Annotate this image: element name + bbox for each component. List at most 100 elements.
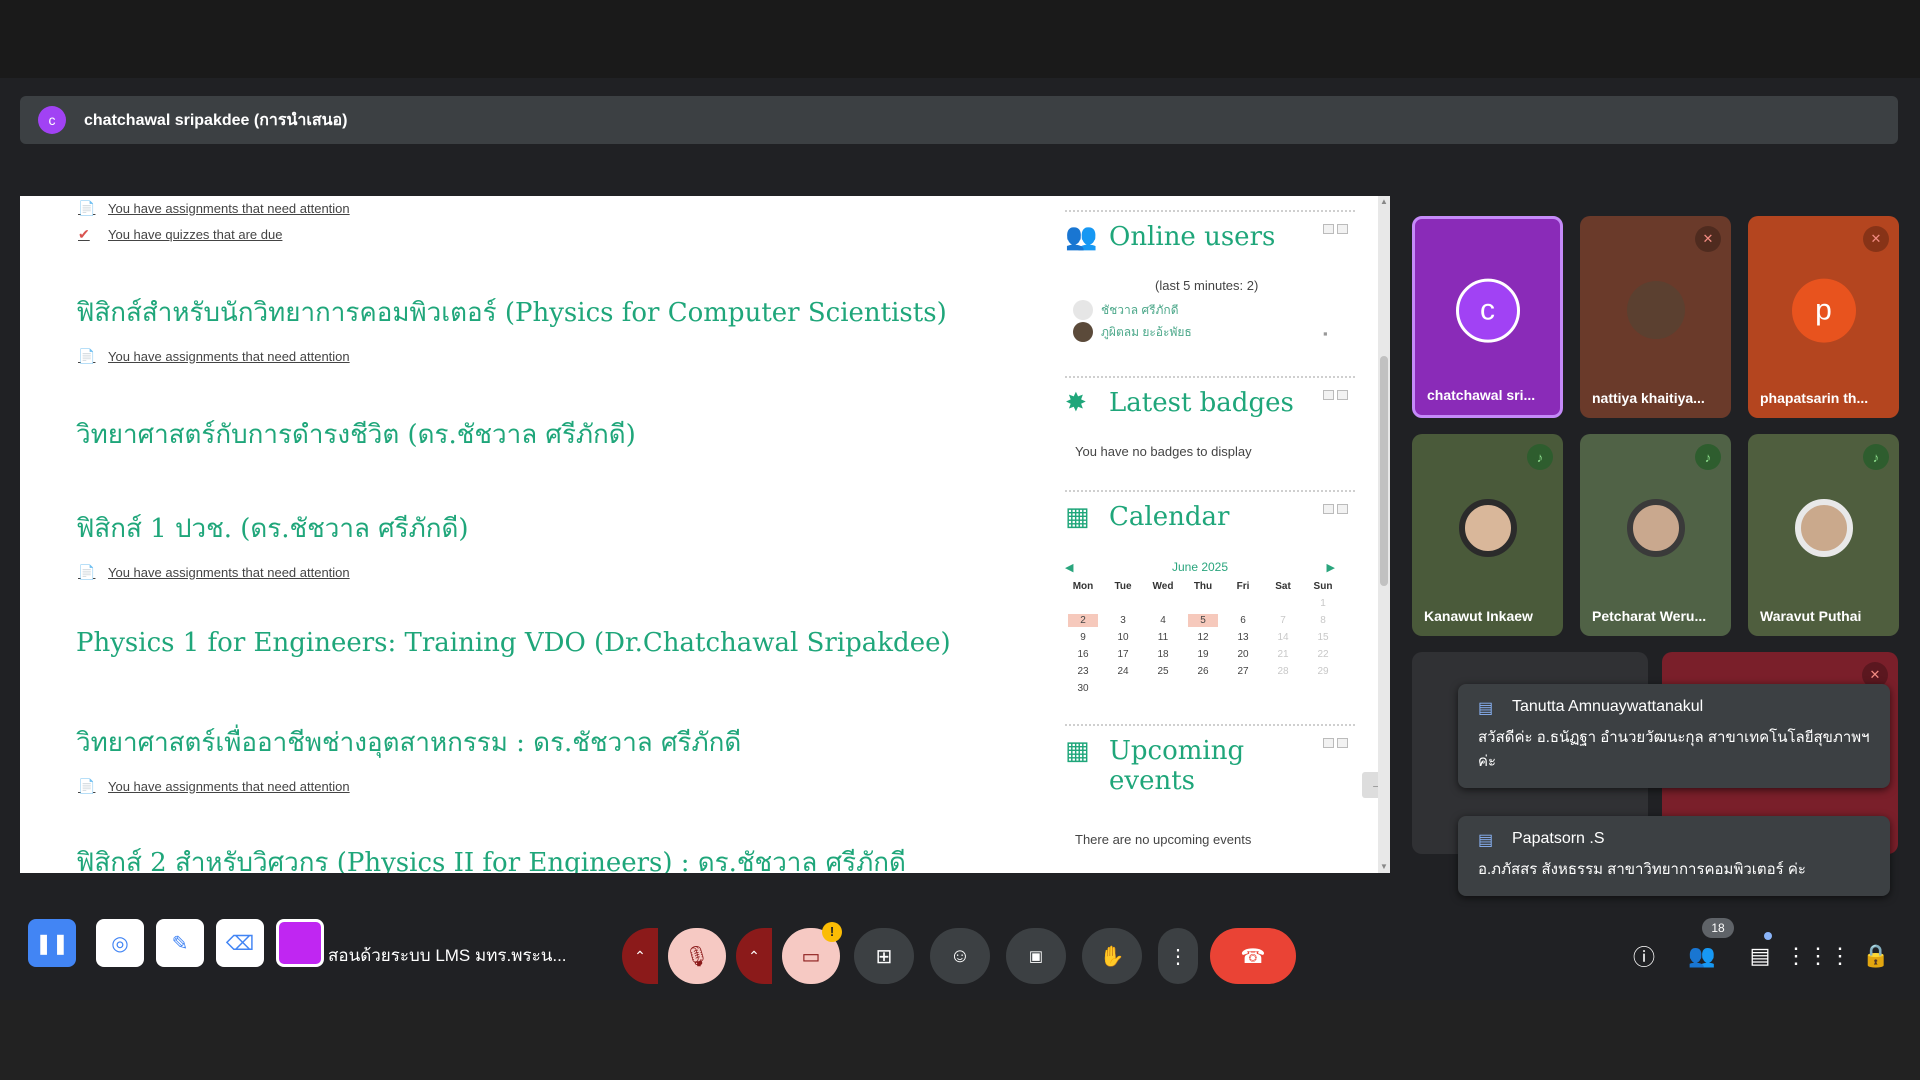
speaking-icon: ♪: [1527, 444, 1553, 470]
prev-month-icon[interactable]: ◀: [1065, 561, 1073, 574]
calendar-day[interactable]: 30: [1063, 680, 1103, 697]
people-button[interactable]: 👥: [1686, 940, 1718, 972]
quiz-notice[interactable]: ✔ You have quizzes that are due: [78, 226, 282, 242]
scroll-up-icon[interactable]: ▲: [1380, 198, 1388, 206]
participant-tile[interactable]: ✕ p phapatsarin th...: [1748, 216, 1899, 418]
calendar-day[interactable]: 13: [1223, 629, 1263, 646]
chevron-up-icon: ⌃: [634, 947, 646, 964]
calendar-day[interactable]: 14: [1263, 629, 1303, 646]
block-controls[interactable]: [1323, 390, 1351, 400]
participant-tile[interactable]: c chatchawal sri...: [1412, 216, 1563, 418]
host-controls-button[interactable]: 🔒: [1860, 940, 1892, 972]
captions-icon: ▣: [1028, 948, 1044, 965]
meeting-info-button[interactable]: ⓘ: [1628, 940, 1660, 972]
calendar-day[interactable]: 27: [1223, 663, 1263, 680]
calendar-day[interactable]: 16: [1063, 646, 1103, 663]
calendar-day[interactable]: 24: [1103, 663, 1143, 680]
calendar-day[interactable]: 21: [1263, 646, 1303, 663]
assignment-notice[interactable]: 📄 You have assignments that need attentio…: [78, 348, 350, 364]
chat-message: สวัสดีค่ะ อ.ธนัฏฐา อำนวยวัฒนะกุล สาขาเทค…: [1478, 729, 1870, 770]
reactions-button[interactable]: ☺: [930, 928, 990, 984]
calendar-day[interactable]: 29: [1303, 663, 1343, 680]
calendar-day[interactable]: 17: [1103, 646, 1143, 663]
calendar-day[interactable]: 11: [1143, 629, 1183, 646]
pause-button[interactable]: ❚❚: [28, 919, 76, 967]
calendar-day[interactable]: 19: [1183, 646, 1223, 663]
participant-tile[interactable]: ♪ Kanawut Inkaew: [1412, 434, 1563, 636]
pen-button[interactable]: ✎: [156, 919, 204, 967]
scroll-thumb[interactable]: [1380, 356, 1388, 586]
calendar-day[interactable]: 28: [1263, 663, 1303, 680]
block-controls[interactable]: [1323, 738, 1351, 748]
meeting-title: สอนด้วยระบบ LMS มทร.พระน...: [328, 946, 567, 965]
chat-notification[interactable]: ▤ Papatsorn .S อ.ภภัสสร สังหธรรม สาขาวิทย…: [1458, 816, 1890, 896]
course-title[interactable]: Physics 1 for Engineers: Training VDO (D…: [76, 628, 951, 658]
calendar-day[interactable]: 12: [1183, 629, 1223, 646]
hang-up-icon: ☎: [1240, 945, 1266, 968]
online-user[interactable]: ชัชวาล ศรีภักดี: [1073, 300, 1178, 320]
calendar-day[interactable]: 23: [1063, 663, 1103, 680]
calendar-day[interactable]: 6: [1223, 612, 1263, 629]
assignment-icon: 📄: [78, 778, 96, 794]
calendar-day-header: Tue: [1114, 581, 1132, 592]
assignment-notice[interactable]: 📄 You have assignments that need attentio…: [78, 778, 350, 794]
avatar: [1626, 281, 1685, 340]
calendar-day[interactable]: 15: [1303, 629, 1343, 646]
course-title[interactable]: ฟิสิกส์ 1 ปวช. (ดร.ชัชวาล ศรีภักดี): [76, 508, 469, 549]
chat-notification[interactable]: ▤ Tanutta Amnuaywattanakul สวัสดีค่ะ อ.ธน…: [1458, 684, 1890, 788]
participant-tile[interactable]: ♪ Waravut Puthai: [1748, 434, 1899, 636]
course-title[interactable]: ฟิสิกส์สำหรับนักวิทยาการคอมพิวเตอร์ (Phy…: [76, 292, 947, 333]
block-controls[interactable]: [1323, 224, 1351, 234]
calendar-day[interactable]: 3: [1103, 612, 1143, 629]
course-title[interactable]: วิทยาศาสตร์กับการดำรงชีวิต (ดร.ชัชวาล ศร…: [76, 414, 636, 455]
calendar-day[interactable]: 18: [1143, 646, 1183, 663]
course-title[interactable]: ฟิสิกส์ 2 สำหรับวิศวกร (Physics II for E…: [76, 842, 906, 873]
presenter-label: chatchawal sripakdee (การนำเสนอ): [84, 111, 348, 129]
online-user[interactable]: ภูผิตลม ยะอ้ะพัยธ: [1073, 322, 1192, 342]
calendar-day[interactable]: 1: [1303, 595, 1343, 612]
calendar-day[interactable]: 25: [1143, 663, 1183, 680]
assignment-notice[interactable]: 📄 You have assignments that need attentio…: [78, 564, 350, 580]
spotlight-icon: ◎: [111, 932, 129, 955]
assignment-notice[interactable]: 📄 You have assignments that need attentio…: [78, 200, 350, 216]
raise-hand-button[interactable]: ✋: [1082, 928, 1142, 984]
participant-tile[interactable]: ✕ nattiya khaitiya...: [1580, 216, 1731, 418]
assignment-icon: 📄: [78, 200, 96, 216]
calendar-day[interactable]: 2: [1068, 614, 1098, 627]
present-button[interactable]: ⊞: [854, 928, 914, 984]
chat-button[interactable]: ▤: [1744, 940, 1776, 972]
captions-button[interactable]: ▣: [1006, 928, 1066, 984]
collapse-button[interactable]: –: [1362, 772, 1378, 798]
calendar-day[interactable]: 26: [1183, 663, 1223, 680]
course-title[interactable]: วิทยาศาสตร์เพื่ออาชีพช่างอุตสาหกรรม : ดร…: [76, 722, 741, 763]
color-picker-button[interactable]: [276, 919, 324, 967]
calendar-day[interactable]: 22: [1303, 646, 1343, 663]
mic-toggle-button[interactable]: 🎙: [668, 928, 726, 984]
eraser-button[interactable]: ⌫: [216, 919, 264, 967]
upcoming-events-heading: ▦ Upcoming events: [1065, 736, 1245, 796]
speaking-icon: ♪: [1695, 444, 1721, 470]
leave-call-button[interactable]: ☎: [1210, 928, 1296, 984]
more-options-button[interactable]: ⋮: [1158, 928, 1198, 984]
mic-off-icon: 🎙: [684, 945, 710, 968]
divider: [1065, 490, 1355, 492]
screen-scrollbar[interactable]: ▲ ▼: [1378, 196, 1390, 873]
activities-button[interactable]: ⋮⋮⋮: [1785, 940, 1851, 972]
calendar-day[interactable]: 9: [1063, 629, 1103, 646]
message-icon[interactable]: ▪: [1323, 326, 1328, 341]
calendar-heading: ▦ Calendar: [1065, 502, 1230, 532]
scroll-down-icon[interactable]: ▼: [1380, 863, 1388, 871]
presenter-avatar: c: [38, 106, 66, 134]
calendar-day[interactable]: 10: [1103, 629, 1143, 646]
calendar-day[interactable]: 5: [1188, 614, 1218, 627]
next-month-icon[interactable]: ▶: [1327, 561, 1335, 574]
calendar-day[interactable]: 8: [1303, 612, 1343, 629]
calendar-day[interactable]: 4: [1143, 612, 1183, 629]
spotlight-button[interactable]: ◎: [96, 919, 144, 967]
calendar-day[interactable]: 7: [1263, 612, 1303, 629]
block-controls[interactable]: [1323, 504, 1351, 514]
calendar-day[interactable]: 20: [1223, 646, 1263, 663]
calendar-empty-cell: [1263, 680, 1303, 697]
participant-tile[interactable]: ♪ Petcharat Weru...: [1580, 434, 1731, 636]
calendar-icon: ▦: [1065, 736, 1090, 766]
